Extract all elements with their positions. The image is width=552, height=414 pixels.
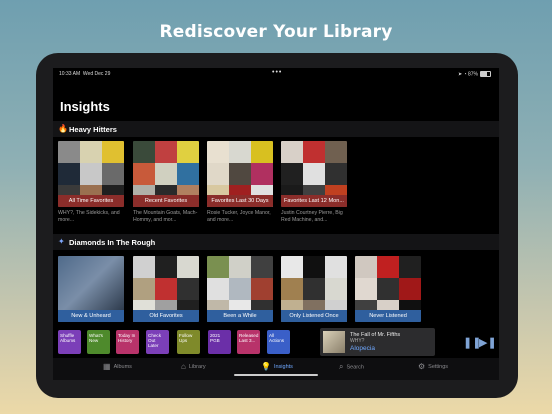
card-favorites-12-months[interactable]: Favorites Last 12 Mon... Justin Courtney… <box>281 141 347 223</box>
sparkle-icon: ✦ <box>58 237 65 246</box>
card-label: Only Listened Once <box>281 310 347 322</box>
shortcut-released-last[interactable]: Released Last 3... <box>237 330 260 354</box>
album-art-grid: Favorites Last 12 Mon... <box>281 141 347 207</box>
card-new-and-unheard[interactable]: New & Unheard <box>58 256 124 322</box>
card-subtitle: Rosie Tucker, Joyce Manor, and more... <box>207 210 271 223</box>
grid-icon: ▦ <box>103 362 111 371</box>
card-label: All Time Favorites <box>58 195 124 207</box>
card-subtitle: WHY?, The Sidekicks, and more... <box>58 210 120 223</box>
card-favorites-30-days[interactable]: Favorites Last 30 Days Rosie Tucker, Joy… <box>207 141 273 223</box>
status-bar: 10:33 AM Wed Dec 29 ••• ➤ ◔ 87% <box>53 68 499 80</box>
card-never-listened[interactable]: Never Listened <box>355 256 421 322</box>
tab-settings[interactable]: ⚙ Settings <box>418 362 448 371</box>
section-title: Diamonds In The Rough <box>69 238 156 247</box>
building-icon: ⌂ <box>181 362 186 371</box>
card-label: Never Listened <box>355 310 421 322</box>
shortcut-all-actions[interactable]: All Actions <box>267 330 290 354</box>
app-screen: 10:33 AM Wed Dec 29 ••• ➤ ◔ 87% Insights… <box>53 68 499 380</box>
skip-forward-icon[interactable]: ▶❚ <box>479 336 497 349</box>
tab-albums[interactable]: ▦ Albums <box>103 362 132 371</box>
album-art-grid: Only Listened Once <box>281 256 347 322</box>
tab-library[interactable]: ⌂ Library <box>181 362 206 371</box>
card-only-listened-once[interactable]: Only Listened Once <box>281 256 347 322</box>
now-playing-bar[interactable]: The Fall of Mr. Fifths WHY? Alopecia <box>320 328 435 356</box>
status-right: ➤ ◔ 87% <box>458 71 491 77</box>
card-label: Recent Favorites <box>133 195 199 207</box>
flame-icon: 🔥 <box>58 124 68 133</box>
card-subtitle: The Mountain Goats, Mach-Hommy, and mor.… <box>133 210 198 223</box>
card-old-favorites[interactable]: Old Favorites <box>133 256 199 322</box>
headline: Rediscover Your Library <box>159 22 393 42</box>
battery-icon <box>480 71 491 77</box>
tab-search[interactable]: ⌕ Search <box>339 362 364 372</box>
shortcut-follow-ups[interactable]: Follow Ups <box>177 330 200 354</box>
section-title: Heavy Hitters <box>69 125 117 134</box>
card-subtitle: Justin Courtney Pierre, Big Red Machine,… <box>281 210 343 223</box>
album-art-grid: Been a While <box>207 256 273 322</box>
shortcut-today-in-history[interactable]: Today In History <box>116 330 139 354</box>
tab-bar: ▦ Albums ⌂ Library 💡 Insights ⌕ Search ⚙ Sett… <box>53 358 499 380</box>
battery-percent: 87% <box>467 71 478 78</box>
search-icon: ⌕ <box>339 362 344 371</box>
album-art-grid: Recent Favorites <box>133 141 199 207</box>
now-playing-album: Alopecia <box>350 345 375 352</box>
card-label: Favorites Last 12 Mon... <box>281 195 347 207</box>
now-playing-cover <box>323 331 345 353</box>
tab-insights[interactable]: 💡 Insights <box>261 362 293 371</box>
album-art-grid: All Time Favorites <box>58 141 124 207</box>
section-diamonds-in-the-rough: ✦ Diamonds In The Rough <box>53 234 499 250</box>
home-indicator <box>234 374 318 376</box>
shortcut-check-out-later[interactable]: Check Out Later <box>146 330 169 354</box>
album-art-grid: Old Favorites <box>133 256 199 322</box>
shortcut-2021-pgb[interactable]: 2021 PGB <box>208 330 231 354</box>
card-label: Favorites Last 30 Days <box>207 195 273 207</box>
card-label: Old Favorites <box>133 310 199 322</box>
lightbulb-icon: 💡 <box>261 362 271 371</box>
album-art: New & Unheard <box>58 256 124 322</box>
card-been-a-while[interactable]: Been a While <box>207 256 273 322</box>
card-recent-favorites[interactable]: Recent Favorites The Mountain Goats, Mac… <box>133 141 199 223</box>
status-time: 10:33 AM Wed Dec 29 <box>59 71 111 77</box>
shortcut-shuffle-albums[interactable]: Shuffle Albums <box>58 330 81 354</box>
album-art-grid: Never Listened <box>355 256 421 322</box>
gear-icon: ⚙ <box>418 362 426 371</box>
card-all-time-favorites[interactable]: All Time Favorites WHY?, The Sidekicks, … <box>58 141 124 223</box>
section-heavy-hitters: 🔥 Heavy Hitters <box>53 121 499 137</box>
album-art-grid: Favorites Last 30 Days <box>207 141 273 207</box>
page-title: Insights <box>60 99 110 114</box>
card-label: Been a While <box>207 310 273 322</box>
now-playing-artist: WHY? <box>350 338 365 344</box>
shortcut-whats-new[interactable]: What's New <box>87 330 110 354</box>
multitask-dots-icon[interactable]: ••• <box>272 69 282 76</box>
card-label: New & Unheard <box>58 310 124 322</box>
